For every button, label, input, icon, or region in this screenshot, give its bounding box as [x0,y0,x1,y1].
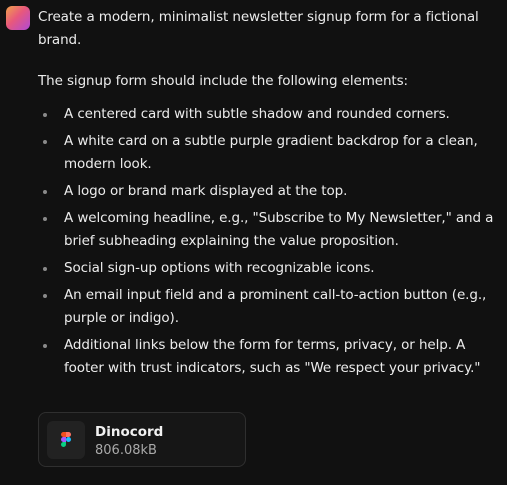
list-item: A white card on a subtle purple gradient… [38,130,500,176]
file-attachment[interactable]: Dinocord 806.08kB [38,412,246,467]
bullet-icon [43,344,47,348]
bullet-icon [43,217,47,221]
user-avatar [6,6,30,30]
bullet-icon [43,140,47,144]
list-item: A centered card with subtle shadow and r… [38,103,500,126]
file-size: 806.08kB [95,443,157,458]
bullet-icon [43,294,47,298]
bullet-icon [43,113,47,117]
list-item: Social sign-up options with recognizable… [38,257,500,280]
user-message: Create a modern, minimalist newsletter s… [38,6,500,384]
bullet-icon [43,267,47,271]
file-name: Dinocord [95,424,164,440]
list-item: An email input field and a prominent cal… [38,284,500,330]
message-intro: Create a modern, minimalist newsletter s… [38,9,479,48]
list-item: A logo or brand mark displayed at the to… [38,180,500,203]
requirements-list: A centered card with subtle shadow and r… [38,103,500,380]
figma-icon [47,421,85,459]
list-item: Additional links below the form for term… [38,334,500,380]
list-item: A welcoming headline, e.g., "Subscribe t… [38,207,500,253]
message-lead: The signup form should include the follo… [38,73,408,89]
bullet-icon [43,190,47,194]
